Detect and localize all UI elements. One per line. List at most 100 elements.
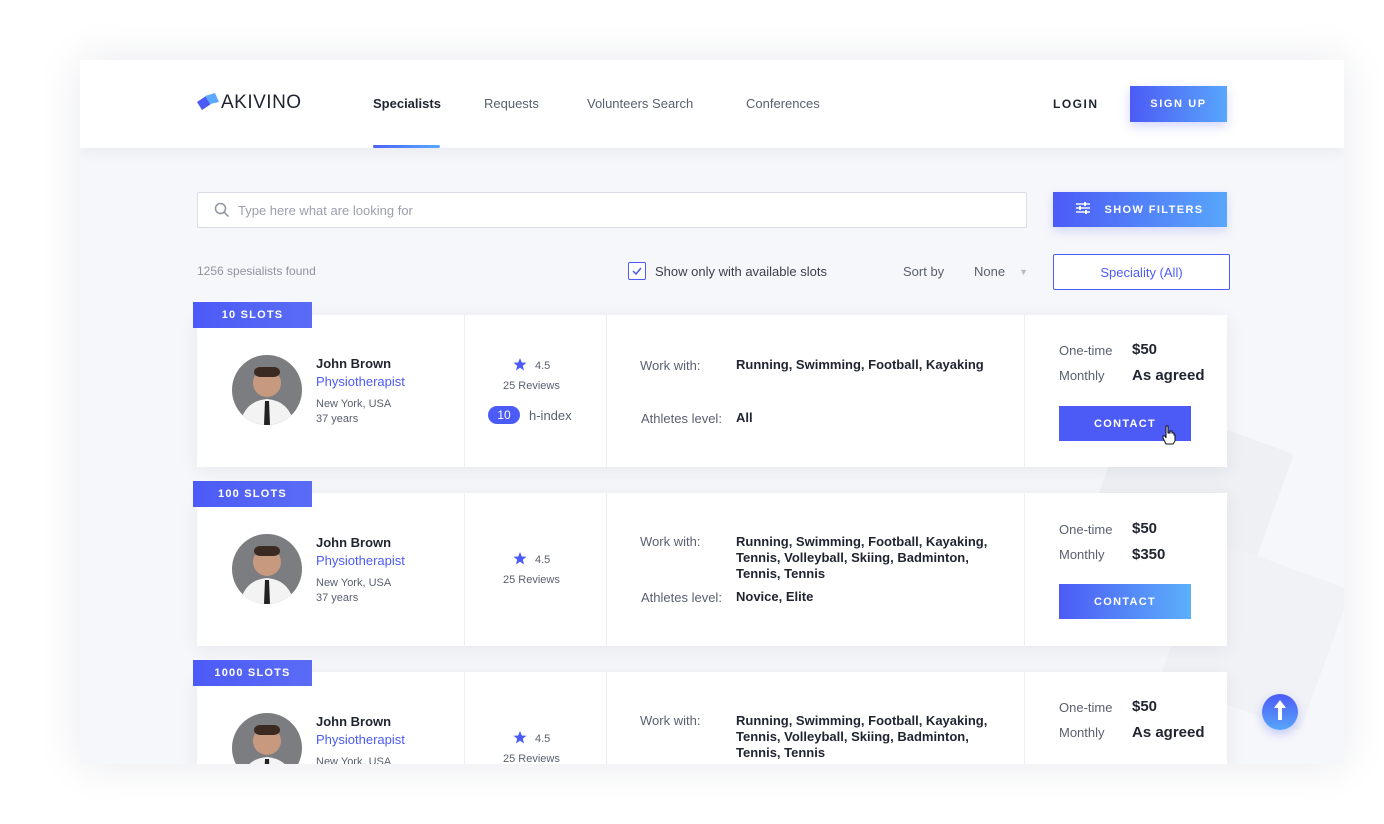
nav-specialists[interactable]: Specialists [373,96,441,111]
specialist-name[interactable]: John Brown [316,535,391,550]
nav-conferences[interactable]: Conferences [746,96,820,111]
specialist-location: New York, USA [316,398,392,410]
sliders-icon [1076,202,1091,217]
athletes-level-value: All [736,410,753,425]
search-placeholder: Type here what are looking for [238,202,413,218]
show-filters-button[interactable]: SHOW FILTERS [1053,192,1227,227]
athletes-level-value: Novice, Elite [736,589,814,604]
work-with-label: Work with: [640,713,701,728]
specialist-location: New York, USA [316,756,392,764]
h-index-badge: 10 [488,406,520,424]
avatar[interactable] [232,713,302,764]
search-input[interactable]: Type here what are looking for [197,192,1027,228]
onetime-label: One-time [1059,700,1113,715]
sort-by-label: Sort by [903,264,945,279]
specialist-role: Physiotherapist [316,374,405,389]
specialist-name[interactable]: John Brown [316,356,391,371]
work-with-line: Tennis, Volleyball, Skiing, Badminton, [736,550,969,565]
specialist-age: 37 years [316,413,359,425]
app-window: AKIVINO Specialists Requests Volunteers … [80,60,1344,764]
top-navigation-bar: AKIVINO Specialists Requests Volunteers … [80,60,1344,148]
monthly-label: Monthly [1059,368,1105,383]
login-link[interactable]: LOGIN [1053,97,1099,111]
active-nav-indicator [373,145,440,148]
specialist-name[interactable]: John Brown [316,714,391,729]
monthly-price: As agreed [1132,367,1205,384]
column-divider [606,672,607,764]
arrow-up-icon [1273,699,1287,726]
column-divider [464,315,465,467]
rating: 4.5 [513,731,550,747]
scroll-to-top-button[interactable] [1262,694,1298,730]
athletes-level-label: Athletes level: [641,590,722,605]
work-with-line: Running, Swimming, Football, Kayaking, [736,713,988,728]
rating-value: 4.5 [535,554,551,566]
signup-button[interactable]: SIGN UP [1130,86,1227,122]
brand-name: AKIVINO [221,92,302,113]
column-divider [1024,672,1025,764]
column-divider [1024,315,1025,467]
column-divider [464,672,465,764]
monthly-label: Monthly [1059,547,1105,562]
monthly-price: $350 [1132,546,1166,563]
column-divider [464,493,465,646]
rating-value: 4.5 [535,733,551,745]
available-slots-label: Show only with available slots [655,263,827,279]
sort-value: None [974,264,1006,279]
work-with-value: Running, Swimming, Football, Kayaking [736,357,984,372]
nav-requests[interactable]: Requests [484,96,539,111]
slots-badge: 100 SLOTS [193,481,312,507]
reviews-count[interactable]: 25 Reviews [503,574,560,586]
speciality-filter-button[interactable]: Speciality (All) [1053,254,1230,290]
rating: 4.5 [513,358,550,374]
monthly-label: Monthly [1059,725,1105,740]
onetime-label: One-time [1059,522,1113,537]
star-icon [513,552,527,568]
h-index: 10 h-index [488,406,572,424]
hand-cursor-icon [1162,425,1176,450]
contact-button[interactable]: CONTACT [1059,584,1191,619]
available-slots-checkbox[interactable]: Show only with available slots [628,262,827,280]
work-with-label: Work with: [640,534,701,549]
specialist-role: Physiotherapist [316,553,405,568]
avatar[interactable] [232,355,302,425]
column-divider [1024,493,1025,646]
onetime-price: $50 [1132,698,1158,715]
h-index-label: h-index [529,407,572,423]
rating: 4.5 [513,552,550,568]
specialist-card: John Brown Physiotherapist New York, USA… [197,672,1227,764]
star-icon [513,731,527,747]
star-icon [513,358,527,374]
avatar[interactable] [232,534,302,604]
specialist-age: 37 years [316,592,359,604]
onetime-label: One-time [1059,343,1113,358]
specialist-location: New York, USA [316,577,392,589]
column-divider [606,315,607,467]
slots-badge: 1000 SLOTS [193,660,312,686]
chevron-down-icon: ▼ [1019,266,1028,277]
monthly-price: As agreed [1132,724,1205,741]
sort-select[interactable]: None ▼ [974,264,1028,279]
specialist-card: John Brown Physiotherapist New York, USA… [197,493,1227,646]
rating-value: 4.5 [535,360,551,372]
work-with-line: Tennis, Volleyball, Skiing, Badminton, [736,729,969,744]
onetime-price: $50 [1132,520,1158,537]
column-divider [606,493,607,646]
work-with-line: Tennis, Tennis [736,745,826,760]
reviews-count[interactable]: 25 Reviews [503,380,560,392]
logo-icon [197,93,219,113]
onetime-price: $50 [1132,341,1158,358]
specialist-role: Physiotherapist [316,732,405,747]
athletes-level-label: Athletes level: [641,411,722,426]
results-count: 1256 spesialists found [197,264,316,278]
check-icon[interactable] [628,262,646,280]
specialist-card: John Brown Physiotherapist New York, USA… [197,315,1227,467]
work-with-line: Tennis, Tennis [736,566,826,581]
slots-badge: 10 SLOTS [193,302,312,328]
reviews-count[interactable]: 25 Reviews [503,753,560,764]
brand-logo[interactable]: AKIVINO [197,92,302,114]
show-filters-label: SHOW FILTERS [1104,203,1204,216]
nav-volunteers-search[interactable]: Volunteers Search [587,96,693,111]
search-icon [214,202,230,218]
work-with-line: Running, Swimming, Football, Kayaking, [736,534,988,549]
